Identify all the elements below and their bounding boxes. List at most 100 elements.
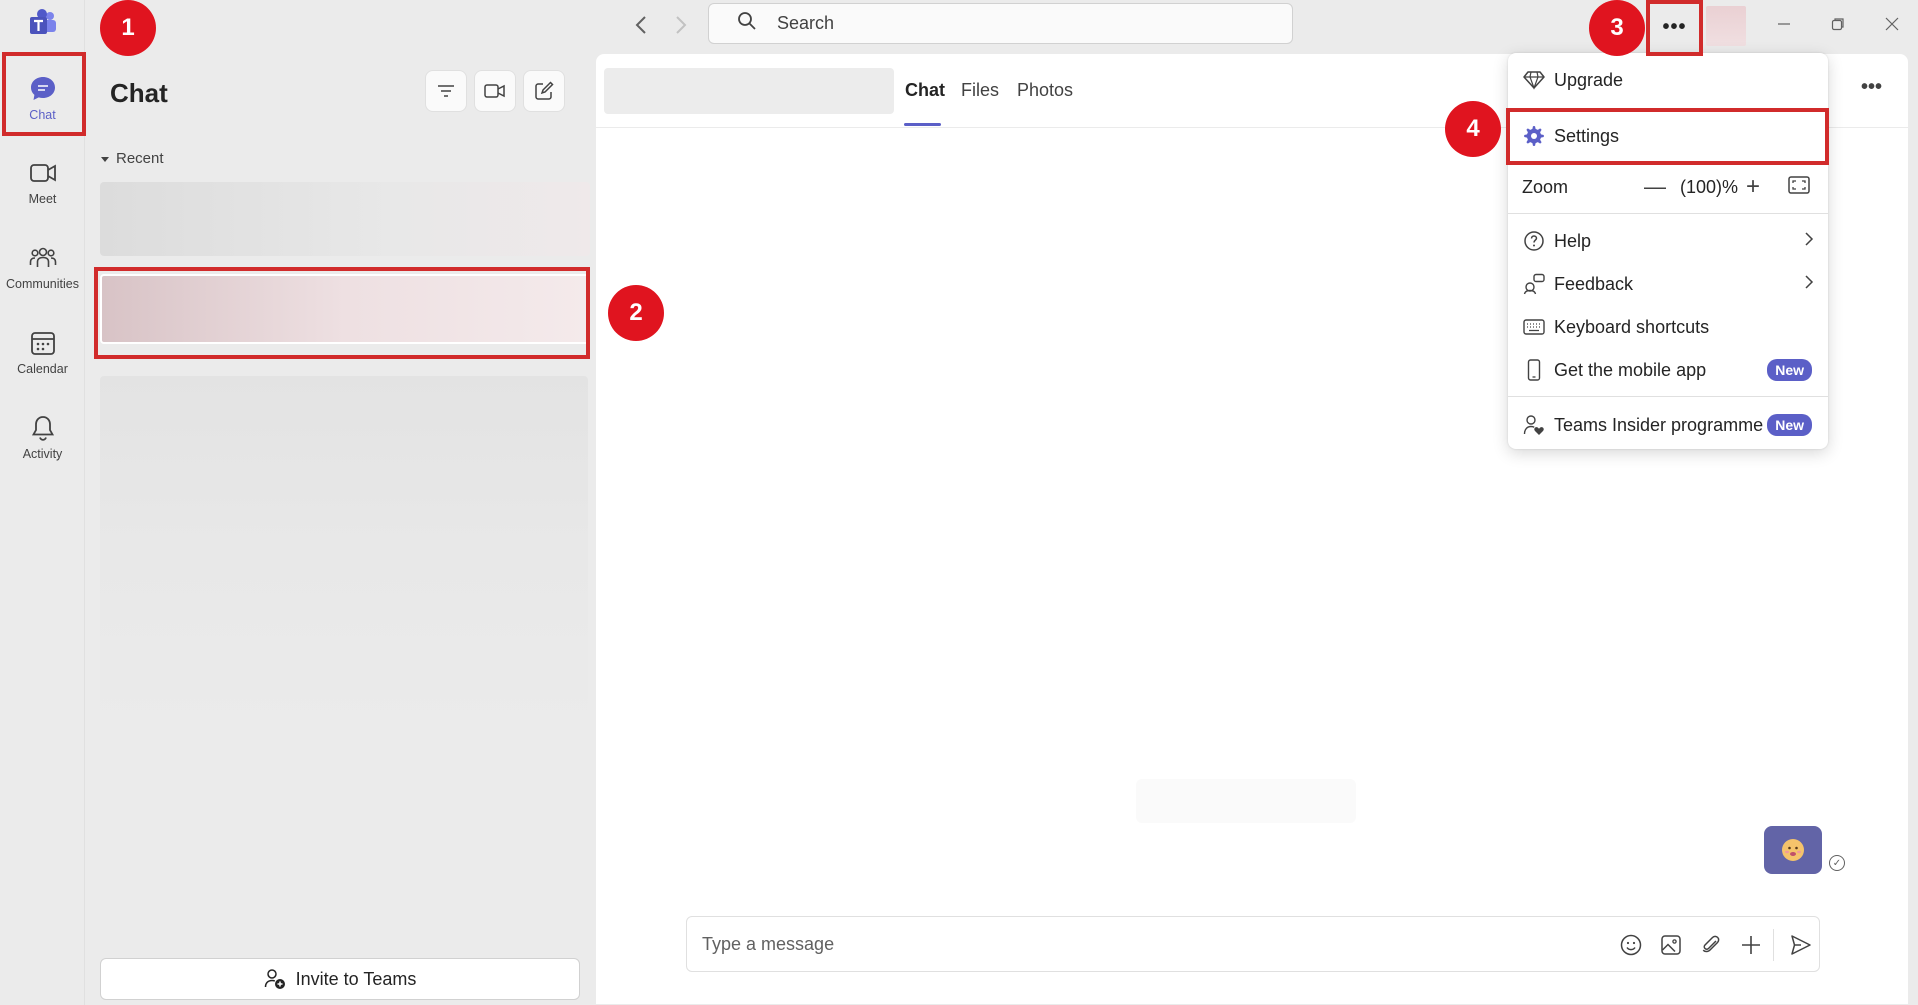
emoji-button[interactable]: [1617, 931, 1645, 959]
keyboard-icon: [1522, 315, 1546, 339]
menu-item-zoom: Zoom — (100)% +: [1508, 167, 1828, 207]
zoom-out-button[interactable]: —: [1644, 174, 1666, 200]
compose-icon: [535, 81, 554, 100]
person-heart-icon: [1522, 413, 1546, 437]
fit-to-screen-icon[interactable]: [1788, 175, 1810, 199]
menu-item-help[interactable]: Help: [1508, 221, 1828, 261]
menu-item-keyboard-shortcuts[interactable]: Keyboard shortcuts: [1508, 307, 1828, 347]
menu-item-label: Keyboard shortcuts: [1554, 316, 1710, 337]
rail-item-activity[interactable]: Activity: [0, 397, 85, 477]
menu-item-feedback[interactable]: Feedback: [1508, 264, 1828, 304]
restore-icon: [1831, 18, 1844, 31]
menu-item-label: Teams Insider programme: [1554, 414, 1764, 435]
emoji-icon: [1782, 839, 1804, 861]
message-compose-box[interactable]: Type a message: [686, 916, 1820, 972]
conversation-name: [604, 68, 894, 114]
close-button[interactable]: [1872, 8, 1912, 40]
invite-to-teams-button[interactable]: Invite to Teams: [100, 958, 580, 1000]
menu-item-label: Get the mobile app: [1554, 359, 1707, 380]
question-circle-icon: [1522, 229, 1546, 253]
smiley-icon: [1620, 934, 1642, 956]
highlight-more-button: [1646, 0, 1703, 56]
zoom-in-button[interactable]: +: [1746, 173, 1760, 201]
rail-item-meet[interactable]: Meet: [0, 142, 85, 222]
new-badge: New: [1767, 414, 1812, 436]
menu-item-label: Upgrade: [1554, 69, 1624, 90]
feedback-icon: [1522, 272, 1546, 296]
search-icon: [737, 11, 761, 36]
active-tab-indicator: [904, 123, 941, 126]
filter-button[interactable]: [425, 70, 467, 112]
step-badge-1: 1: [100, 0, 156, 56]
step-badge-2: 2: [608, 285, 664, 341]
people-community-icon: [28, 243, 58, 273]
video-camera-icon: [484, 84, 505, 98]
mobile-phone-icon: [1522, 358, 1546, 382]
menu-item-label: Feedback: [1554, 273, 1634, 294]
image-icon: [1661, 935, 1681, 955]
video-camera-icon: [28, 158, 58, 188]
image-button[interactable]: [1657, 931, 1685, 959]
sent-message-bubble[interactable]: [1764, 826, 1822, 874]
chat-list-pane: Chat Recent Invite to Teams: [86, 50, 596, 1005]
rail-item-label: Activity: [22, 447, 63, 461]
tab-photos[interactable]: Photos: [1017, 80, 1073, 101]
menu-item-upgrade[interactable]: Upgrade: [1508, 60, 1828, 100]
menu-item-teams-insider[interactable]: Teams Insider programme New: [1508, 405, 1828, 445]
search-placeholder: Search: [777, 13, 835, 33]
page-title: Chat: [110, 78, 168, 108]
chevron-left-icon: [635, 16, 646, 34]
plus-icon: [1742, 936, 1760, 954]
recent-label: Recent: [116, 150, 164, 167]
chevron-right-icon: [1804, 231, 1814, 252]
message-sent-check-icon: ✓: [1829, 855, 1845, 871]
list-item[interactable]: [100, 376, 588, 726]
filter-icon: [438, 85, 454, 97]
list-item[interactable]: [100, 182, 590, 256]
message-placeholder: Type a message: [702, 933, 835, 954]
chevron-right-icon: [676, 16, 687, 34]
recent-section-header[interactable]: Recent: [100, 150, 164, 167]
add-button[interactable]: [1737, 931, 1765, 959]
composer-divider: [1773, 929, 1774, 961]
new-chat-button[interactable]: [523, 70, 565, 112]
step-badge-4: 4: [1445, 101, 1501, 157]
tab-files[interactable]: Files: [961, 80, 999, 101]
search-input[interactable]: Search: [708, 3, 1293, 44]
highlight-chat-item: [94, 267, 590, 359]
menu-divider: [1508, 396, 1828, 397]
paperclip-icon: [1702, 935, 1720, 953]
app-rail: Chat Meet Communities Calendar Activity: [0, 0, 85, 1005]
attach-button[interactable]: [1697, 931, 1725, 959]
conversation-more-button[interactable]: •••: [1861, 76, 1882, 99]
tab-chat[interactable]: Chat: [905, 80, 945, 101]
chevron-right-icon: [1804, 274, 1814, 295]
rail-item-calendar[interactable]: Calendar: [0, 312, 85, 392]
minimize-icon: [1778, 23, 1790, 25]
rail-item-label: Meet: [28, 192, 57, 206]
meet-now-button[interactable]: [474, 70, 516, 112]
menu-item-mobile-app[interactable]: Get the mobile app New: [1508, 350, 1828, 390]
rail-item-label: Communities: [6, 277, 79, 291]
send-button[interactable]: [1787, 931, 1815, 959]
avatar[interactable]: [1706, 6, 1746, 46]
diamond-icon: [1522, 68, 1546, 92]
restore-button[interactable]: [1818, 8, 1858, 40]
teams-logo-icon: [28, 8, 58, 38]
invite-label: Invite to Teams: [295, 968, 417, 989]
minimize-button[interactable]: [1764, 8, 1804, 40]
zoom-value: (100)%: [1680, 176, 1739, 197]
close-icon: [1885, 17, 1899, 31]
person-add-icon: [264, 969, 285, 989]
forward-button[interactable]: [666, 10, 696, 40]
highlight-chat-rail: [2, 52, 86, 136]
step-badge-3: 3: [1589, 0, 1645, 56]
rail-item-label: Calendar: [17, 362, 68, 376]
highlight-settings-item: [1506, 108, 1829, 165]
back-button[interactable]: [626, 10, 656, 40]
calendar-icon: [28, 328, 58, 358]
menu-item-label: Help: [1554, 230, 1592, 251]
rail-item-communities[interactable]: Communities: [0, 227, 85, 307]
caret-down-icon: [101, 156, 109, 162]
send-icon: [1791, 935, 1811, 955]
